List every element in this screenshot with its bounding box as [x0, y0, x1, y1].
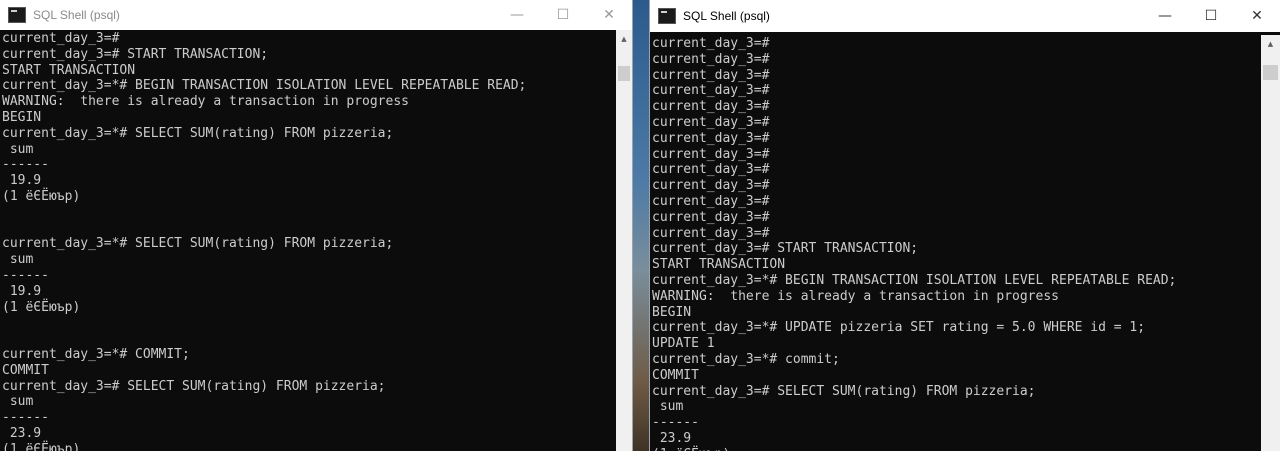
console-line: START TRANSACTION [652, 257, 786, 273]
window-title: SQL Shell (psql) [33, 8, 120, 22]
scroll-up-icon[interactable]: ▲ [616, 30, 632, 47]
console-line: UPDATE 1 [652, 336, 715, 352]
maximize-button[interactable]: ☐ [540, 0, 586, 30]
console-line: current_day_3=*# SELECT SUM(rating) FROM… [2, 125, 394, 141]
console-line: (1 ёЄЁюър) [2, 441, 81, 451]
console-line: current_day_3=# [652, 162, 770, 178]
console-line: COMMIT [2, 362, 49, 378]
console-line: WARNING: there is already a transaction … [2, 94, 409, 110]
console-line: current_day_3=*# commit; [652, 351, 840, 367]
console-line: current_day_3=# [652, 225, 770, 241]
console-line: 23.9 [652, 430, 692, 446]
console-line: current_day_3=*# COMMIT; [2, 346, 190, 362]
console-line: current_day_3=*# SELECT SUM(rating) FROM… [2, 236, 394, 252]
console-line: (1 ёЄЁюър) [652, 447, 1261, 451]
console-line: sum [2, 141, 34, 157]
close-button[interactable]: ✕ [586, 0, 632, 30]
console-line: BEGIN [652, 304, 692, 320]
console-line: current_day_3=*# UPDATE pizzeria SET rat… [652, 320, 1146, 336]
right-titlebar[interactable]: SQL Shell (psql) — ☐ ✕ [650, 0, 1280, 32]
console-line: current_day_3=# [652, 51, 770, 67]
console-line: current_day_3=# [652, 99, 770, 115]
console-line: ------ [2, 410, 49, 426]
console-line: current_day_3=# [652, 83, 770, 99]
console-line: current_day_3=# [652, 130, 770, 146]
console-line: current_day_3=# [652, 36, 770, 51]
left-titlebar[interactable]: SQL Shell (psql) — ☐ ✕ [0, 0, 632, 30]
window-title: SQL Shell (psql) [683, 9, 770, 23]
console-icon [8, 7, 26, 23]
console-line: current_day_3=# [652, 114, 770, 130]
window-controls: — ☐ ✕ [1142, 0, 1280, 32]
console-line: COMMIT [652, 367, 699, 383]
console-line: ------ [2, 267, 49, 283]
console-line: current_day_3=# [652, 67, 770, 83]
console-line: current_day_3=# SELECT SUM(rating) FROM … [652, 383, 1036, 399]
console-line: current_day_3=*# BEGIN TRANSACTION ISOLA… [2, 78, 527, 94]
console-line: current_day_3=# START TRANSACTION; [652, 241, 919, 257]
maximize-button[interactable]: ☐ [1188, 0, 1234, 32]
scrollbar-thumb[interactable] [618, 66, 630, 81]
vertical-scrollbar[interactable]: ▲ [616, 30, 632, 451]
console-line: sum [2, 252, 34, 268]
console-line: current_day_3=# [652, 146, 770, 162]
scrollbar-thumb[interactable] [1263, 65, 1278, 80]
console-line: sum [2, 394, 34, 410]
console-line: 19.9 [2, 283, 42, 299]
console-line: BEGIN [2, 109, 42, 125]
console-line: 23.9 [2, 425, 42, 441]
console-line: current_day_3=# SELECT SUM(rating) FROM … [2, 378, 386, 394]
minimize-button[interactable]: — [1142, 0, 1188, 32]
console-line: current_day_3=# [2, 31, 120, 46]
close-button[interactable]: ✕ [1234, 0, 1280, 32]
vertical-scrollbar[interactable]: ▲ [1261, 35, 1280, 451]
left-psql-window: SQL Shell (psql) — ☐ ✕ current_day_3=# cu… [0, 0, 632, 451]
console-line: (1 ёЄЁюър) [2, 299, 81, 315]
console-line: sum [652, 399, 684, 415]
console-line: current_day_3=# [652, 209, 770, 225]
console-line: current_day_3=# [652, 178, 770, 194]
right-psql-window: SQL Shell (psql) — ☐ ✕ current_day_3=# cu… [650, 0, 1280, 451]
console-line: START TRANSACTION [2, 62, 136, 78]
console-output[interactable]: current_day_3=# current_day_3=# current_da… [650, 35, 1261, 451]
scroll-up-icon[interactable]: ▲ [1261, 35, 1280, 52]
console-line: ------ [652, 415, 699, 431]
window-controls: — ☐ ✕ [494, 0, 632, 30]
console-line: (1 ёЄЁюър) [2, 188, 81, 204]
console-line: current_day_3=# [652, 193, 770, 209]
desktop-background [632, 0, 650, 451]
console-line: WARNING: there is already a transaction … [652, 288, 1059, 304]
console-line: 19.9 [2, 173, 42, 189]
console-icon [658, 8, 676, 24]
minimize-button[interactable]: — [494, 0, 540, 30]
console-output[interactable]: current_day_3=# current_day_3=# START TRA… [0, 30, 616, 451]
console-line: current_day_3=# START TRANSACTION; [2, 46, 269, 62]
console-line: ------ [2, 157, 49, 173]
console-line: current_day_3=*# BEGIN TRANSACTION ISOLA… [652, 272, 1177, 288]
